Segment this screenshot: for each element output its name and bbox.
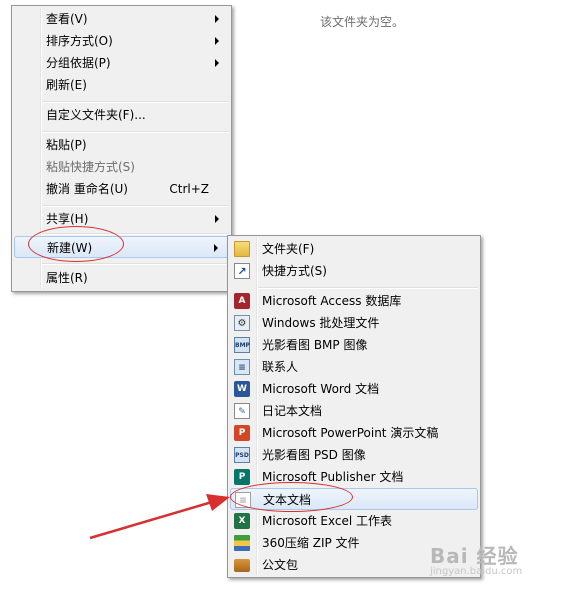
word-icon: W bbox=[234, 381, 250, 397]
menu-separator bbox=[42, 263, 229, 265]
submenu-arrow-icon bbox=[214, 244, 218, 252]
access-icon: A bbox=[234, 293, 250, 309]
new-item-excel[interactable]: X Microsoft Excel 工作表 bbox=[230, 510, 478, 532]
journal-icon: ✎ bbox=[234, 403, 250, 419]
new-item-contact[interactable]: ≡ 联系人 bbox=[230, 356, 478, 378]
shortcut-key: Ctrl+Z bbox=[169, 182, 209, 196]
bmp-image-icon: BMP bbox=[234, 337, 250, 353]
batch-file-icon: ⚙ bbox=[234, 315, 250, 331]
new-item-powerpoint[interactable]: P Microsoft PowerPoint 演示文稿 bbox=[230, 422, 478, 444]
briefcase-icon bbox=[234, 559, 250, 572]
submenu-arrow-icon bbox=[215, 59, 219, 67]
menu-separator bbox=[42, 205, 229, 207]
new-item-psd[interactable]: PSD 光影看图 PSD 图像 bbox=[230, 444, 478, 466]
menu-item-customize-folder[interactable]: 自定义文件夹(F)... bbox=[14, 104, 229, 126]
empty-folder-message: 该文件夹为空。 bbox=[320, 15, 405, 29]
folder-icon bbox=[234, 241, 250, 257]
submenu-arrow-icon bbox=[215, 215, 219, 223]
publisher-icon: P bbox=[234, 469, 250, 485]
new-item-folder[interactable]: 文件夹(F) bbox=[230, 238, 478, 260]
new-item-bmp[interactable]: BMP 光影看图 BMP 图像 bbox=[230, 334, 478, 356]
menu-item-undo-rename[interactable]: 撤消 重命名(U) Ctrl+Z bbox=[14, 178, 229, 200]
menu-item-group-by[interactable]: 分组依据(P) bbox=[14, 52, 229, 74]
annotation-oval-text-document bbox=[230, 482, 353, 512]
powerpoint-icon: P bbox=[234, 425, 250, 441]
new-item-word[interactable]: W Microsoft Word 文档 bbox=[230, 378, 478, 400]
excel-icon: X bbox=[234, 513, 250, 529]
menu-item-paste[interactable]: 粘贴(P) bbox=[14, 134, 229, 156]
zip-archive-icon bbox=[234, 535, 250, 551]
annotation-oval-new bbox=[28, 226, 124, 262]
psd-image-icon: PSD bbox=[234, 447, 250, 463]
submenu-arrow-icon bbox=[215, 37, 219, 45]
shortcut-icon: ↗ bbox=[234, 263, 250, 279]
new-item-batch-file[interactable]: ⚙ Windows 批处理文件 bbox=[230, 312, 478, 334]
watermark-logo: Bai 经验 bbox=[430, 544, 519, 568]
menu-item-refresh[interactable]: 刷新(E) bbox=[14, 74, 229, 96]
submenu-arrow-icon bbox=[215, 15, 219, 23]
contact-icon: ≡ bbox=[234, 359, 250, 375]
new-item-shortcut[interactable]: ↗ 快捷方式(S) bbox=[230, 260, 478, 282]
menu-item-properties[interactable]: 属性(R) bbox=[14, 267, 229, 289]
watermark-url: jingyan.baidu.com bbox=[430, 566, 523, 577]
new-submenu: 文件夹(F) ↗ 快捷方式(S) A Microsoft Access 数据库 … bbox=[227, 235, 481, 578]
menu-separator bbox=[42, 131, 229, 133]
menu-item-paste-shortcut: 粘贴快捷方式(S) bbox=[46, 160, 135, 174]
menu-item-share[interactable]: 共享(H) bbox=[14, 208, 229, 230]
new-item-journal[interactable]: ✎ 日记本文档 bbox=[230, 400, 478, 422]
menu-separator bbox=[258, 287, 478, 289]
menu-item-sort-by[interactable]: 排序方式(O) bbox=[14, 30, 229, 52]
menu-separator bbox=[42, 101, 229, 103]
new-item-access[interactable]: A Microsoft Access 数据库 bbox=[230, 290, 478, 312]
menu-item-view[interactable]: 查看(V) bbox=[14, 8, 229, 30]
